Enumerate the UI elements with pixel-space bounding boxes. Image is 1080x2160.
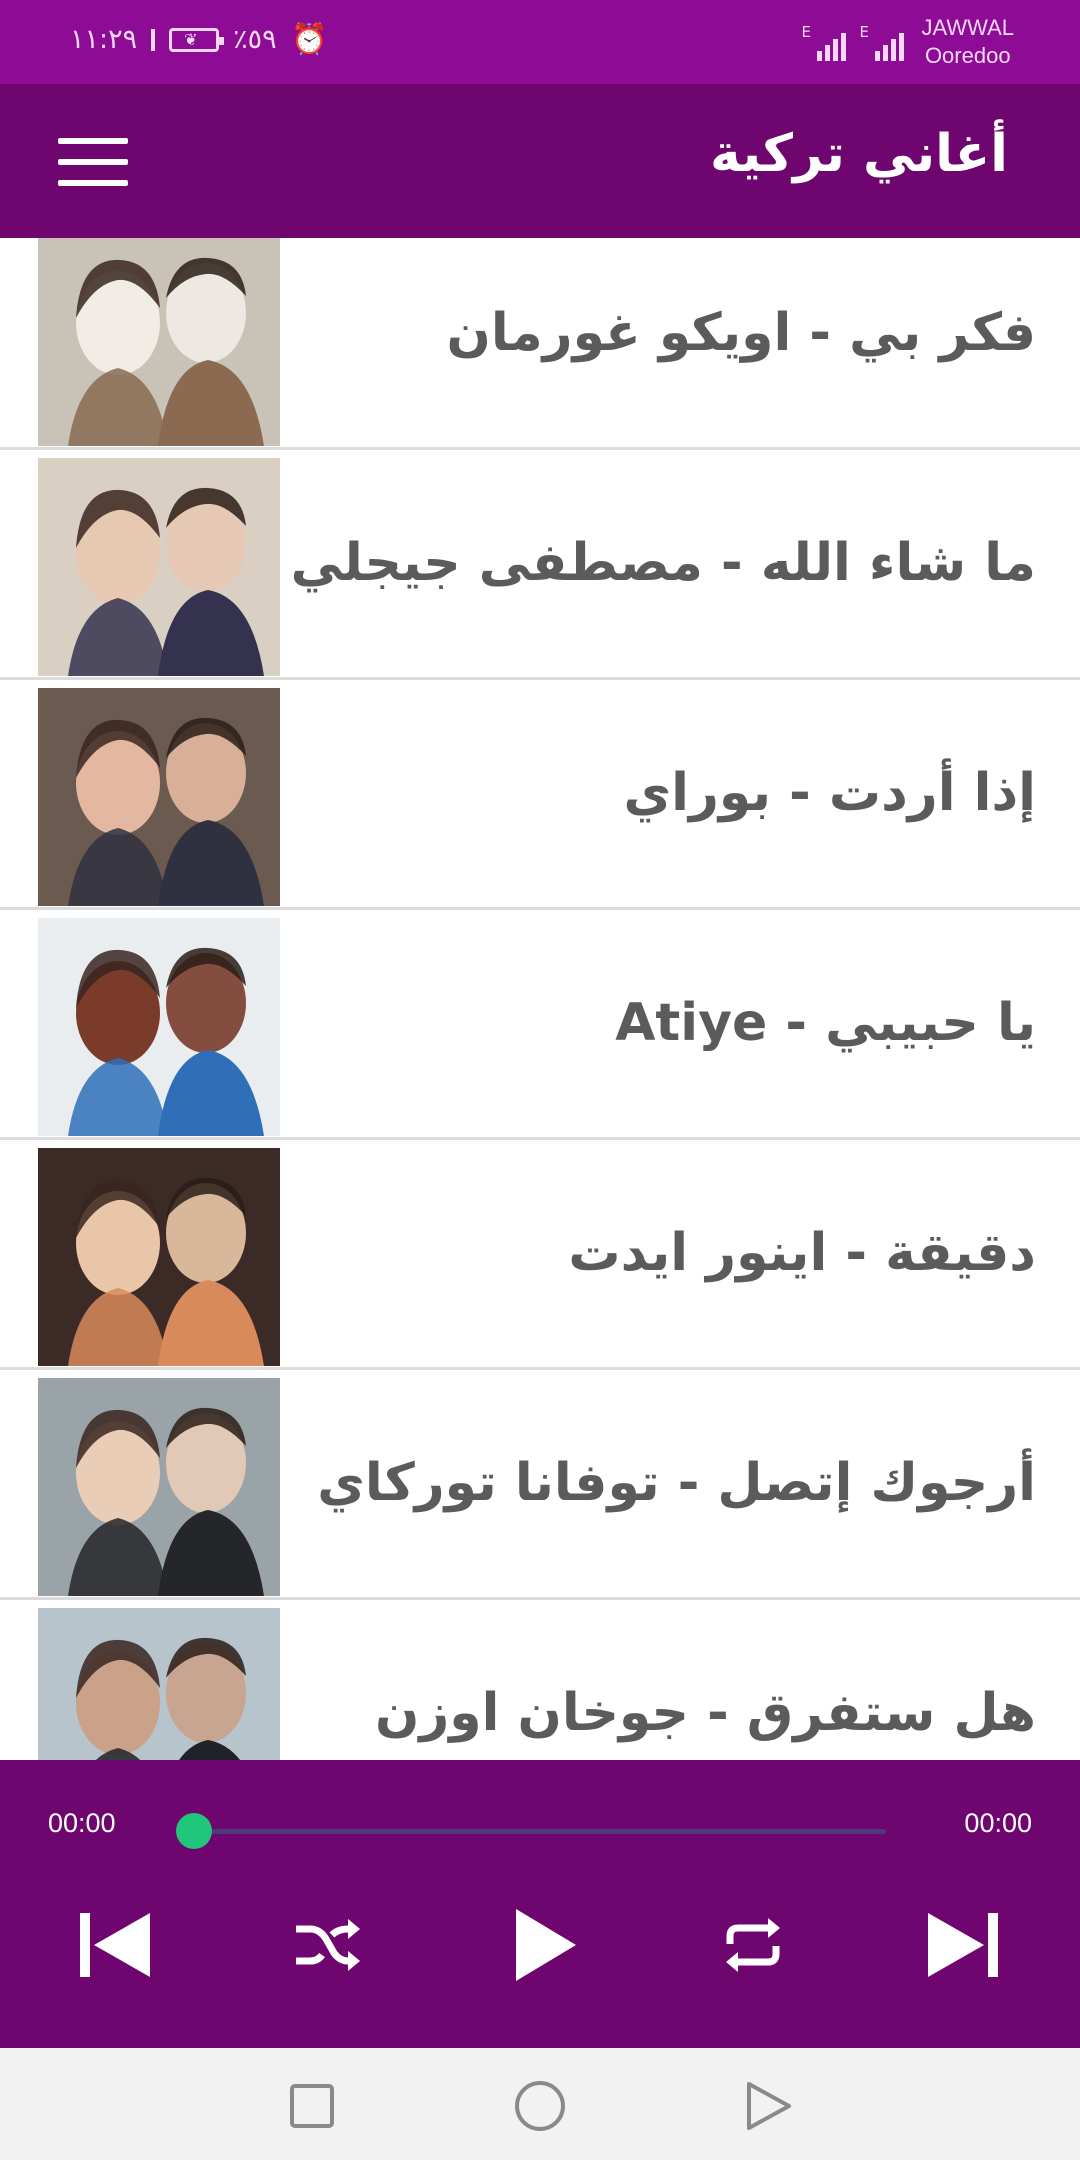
carrier-primary: JAWWAL bbox=[921, 15, 1014, 40]
carrier-secondary: Ooredoo bbox=[924, 43, 1011, 68]
song-list-item[interactable]: دقيقة - اينور ايدت bbox=[0, 1140, 1080, 1370]
network-type-label: E bbox=[801, 23, 811, 41]
signal-icon: E bbox=[860, 23, 904, 61]
shuffle-icon[interactable] bbox=[272, 1890, 382, 2000]
song-list-item[interactable]: إذا أردت - بوراي bbox=[0, 680, 1080, 910]
skip-previous-icon[interactable] bbox=[60, 1890, 170, 2000]
total-time: 00:00 bbox=[964, 1808, 1032, 1838]
app-bar: أغاني تركية bbox=[0, 84, 1080, 238]
song-title: يا حبيبي - Atiye bbox=[615, 993, 1036, 1053]
signal-icon: E bbox=[802, 23, 846, 61]
seek-bar[interactable] bbox=[192, 1829, 886, 1834]
song-title: ما شاء الله - مصطفى جيجلي bbox=[290, 533, 1036, 593]
song-thumbnail-image bbox=[38, 1608, 280, 1760]
back-triangle-icon[interactable] bbox=[738, 2076, 798, 2136]
song-title: فكر بي - اويكو غورمان bbox=[446, 303, 1036, 363]
song-list-item[interactable]: يا حبيبي - Atiye bbox=[0, 910, 1080, 1140]
network-type-label: E bbox=[859, 23, 869, 41]
play-icon[interactable] bbox=[490, 1890, 600, 2000]
skip-next-icon[interactable] bbox=[908, 1890, 1018, 2000]
seek-thumb[interactable] bbox=[176, 1813, 212, 1849]
system-nav-bar bbox=[0, 2048, 1080, 2160]
repeat-icon[interactable] bbox=[698, 1890, 808, 2000]
status-left-group: ١١:٢٩ ❦ ٪٥٩ ⏰ bbox=[70, 22, 328, 57]
status-right-group: E E JAWWAL Ooredoo bbox=[802, 14, 1014, 70]
song-thumbnail-image bbox=[38, 458, 280, 676]
current-time: 00:00 bbox=[48, 1808, 116, 1838]
battery-icon: ❦ bbox=[169, 27, 225, 52]
song-list-item[interactable]: هل ستفرق - جوخان اوزن bbox=[0, 1600, 1080, 1760]
sim-icon bbox=[151, 28, 156, 51]
song-thumbnail-image bbox=[38, 238, 280, 446]
page-title: أغاني تركية bbox=[710, 124, 1008, 184]
music-player: 00:00 00:00 bbox=[0, 1760, 1080, 2048]
song-title: إذا أردت - بوراي bbox=[623, 763, 1036, 823]
song-list-item[interactable]: فكر بي - اويكو غورمان bbox=[0, 238, 1080, 450]
carrier-names: JAWWAL Ooredoo bbox=[922, 14, 1014, 70]
song-thumbnail-image bbox=[38, 688, 280, 906]
recents-square-icon[interactable] bbox=[282, 2076, 342, 2136]
song-title: هل ستفرق - جوخان اوزن bbox=[374, 1683, 1036, 1743]
song-list[interactable]: فكر بي - اويكو غورمان ما شاء الله - مصطفى… bbox=[0, 238, 1080, 1760]
song-list-item[interactable]: ما شاء الله - مصطفى جيجلي bbox=[0, 450, 1080, 680]
battery-percent: ٪٥٩ bbox=[233, 24, 277, 55]
song-thumbnail-image bbox=[38, 1378, 280, 1596]
status-bar: ١١:٢٩ ❦ ٪٥٩ ⏰ E E JAWWAL Ooredoo bbox=[0, 0, 1080, 84]
home-circle-icon[interactable] bbox=[510, 2076, 570, 2136]
song-title: أرجوك إتصل - توفانا توركاي bbox=[317, 1453, 1036, 1513]
hamburger-menu-icon[interactable] bbox=[58, 138, 128, 186]
song-title: دقيقة - اينور ايدت bbox=[568, 1223, 1036, 1283]
status-time: ١١:٢٩ bbox=[70, 24, 138, 55]
song-thumbnail-image bbox=[38, 918, 280, 1136]
song-list-item[interactable]: أرجوك إتصل - توفانا توركاي bbox=[0, 1370, 1080, 1600]
alarm-icon: ⏰ bbox=[290, 22, 328, 57]
song-thumbnail-image bbox=[38, 1148, 280, 1366]
